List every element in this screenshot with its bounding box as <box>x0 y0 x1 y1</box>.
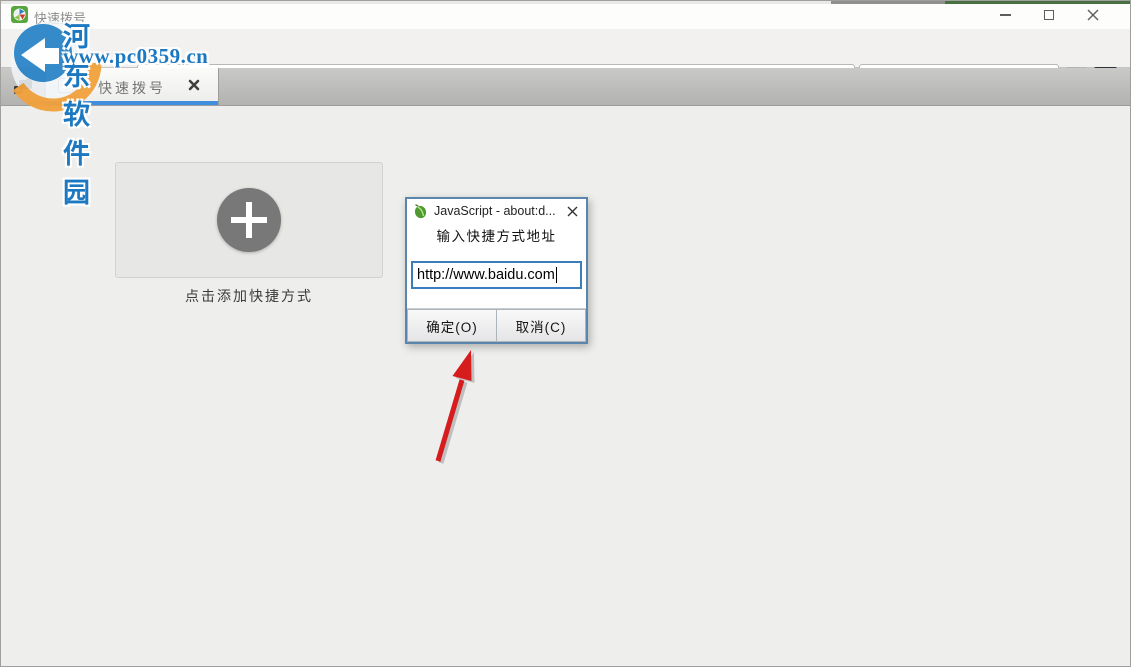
cancel-button[interactable]: 取消(C) <box>496 309 586 342</box>
dialog-button-row: 确定(O) 取消(C) <box>407 308 586 342</box>
maximize-button[interactable] <box>1027 1 1071 29</box>
navigation-toolbar: 搜索或输入网址 Duck Duck Go <box>1 29 1130 68</box>
window-title: 快速拨号 <box>34 8 86 27</box>
dialog-title-bar: JavaScript - about:d... <box>407 199 586 223</box>
page-content: 点击添加快捷方式 JavaScript - about:d... 输入快捷方式地… <box>1 106 1130 667</box>
close-button[interactable] <box>1071 1 1115 29</box>
tab-bar: 快速拨号 <box>1 68 1130 106</box>
browser-window: 快速拨号 <box>0 0 1131 667</box>
window-top-edge <box>1 1 1130 4</box>
tab-list-button[interactable] <box>1 68 45 105</box>
title-bar: 快速拨号 <box>1 1 1130 29</box>
add-shortcut-tile[interactable] <box>115 162 383 278</box>
tab-list-icon <box>12 78 34 96</box>
maximize-icon <box>1044 10 1054 20</box>
top-edge-green <box>945 1 1131 4</box>
red-arrow <box>421 343 491 473</box>
dialog-title: JavaScript - about:d... <box>434 204 564 218</box>
text-caret <box>556 267 557 283</box>
dialog-close-icon <box>567 206 578 217</box>
tab-quick-dial[interactable]: 快速拨号 <box>46 68 219 105</box>
minimize-icon <box>1000 14 1011 16</box>
ok-button[interactable]: 确定(O) <box>407 309 496 342</box>
javascript-prompt-dialog: JavaScript - about:d... 输入快捷方式地址 http://… <box>405 197 588 344</box>
dialog-close-button[interactable] <box>564 203 580 219</box>
close-icon <box>1087 9 1099 21</box>
active-tab-underline <box>46 101 218 105</box>
top-edge-light <box>1 1 831 4</box>
dialog-message: 输入快捷方式地址 <box>407 225 586 245</box>
add-tile-caption: 点击添加快捷方式 <box>115 286 383 306</box>
dialog-url-input[interactable]: http://www.baidu.com <box>411 261 582 289</box>
dialog-input-value: http://www.baidu.com <box>417 267 555 283</box>
app-icon <box>11 6 28 23</box>
tab-close-icon[interactable] <box>188 79 200 91</box>
top-edge-gray <box>831 1 945 4</box>
leaf-icon <box>413 204 428 219</box>
plus-icon <box>217 188 281 252</box>
minimize-button[interactable] <box>983 1 1027 29</box>
